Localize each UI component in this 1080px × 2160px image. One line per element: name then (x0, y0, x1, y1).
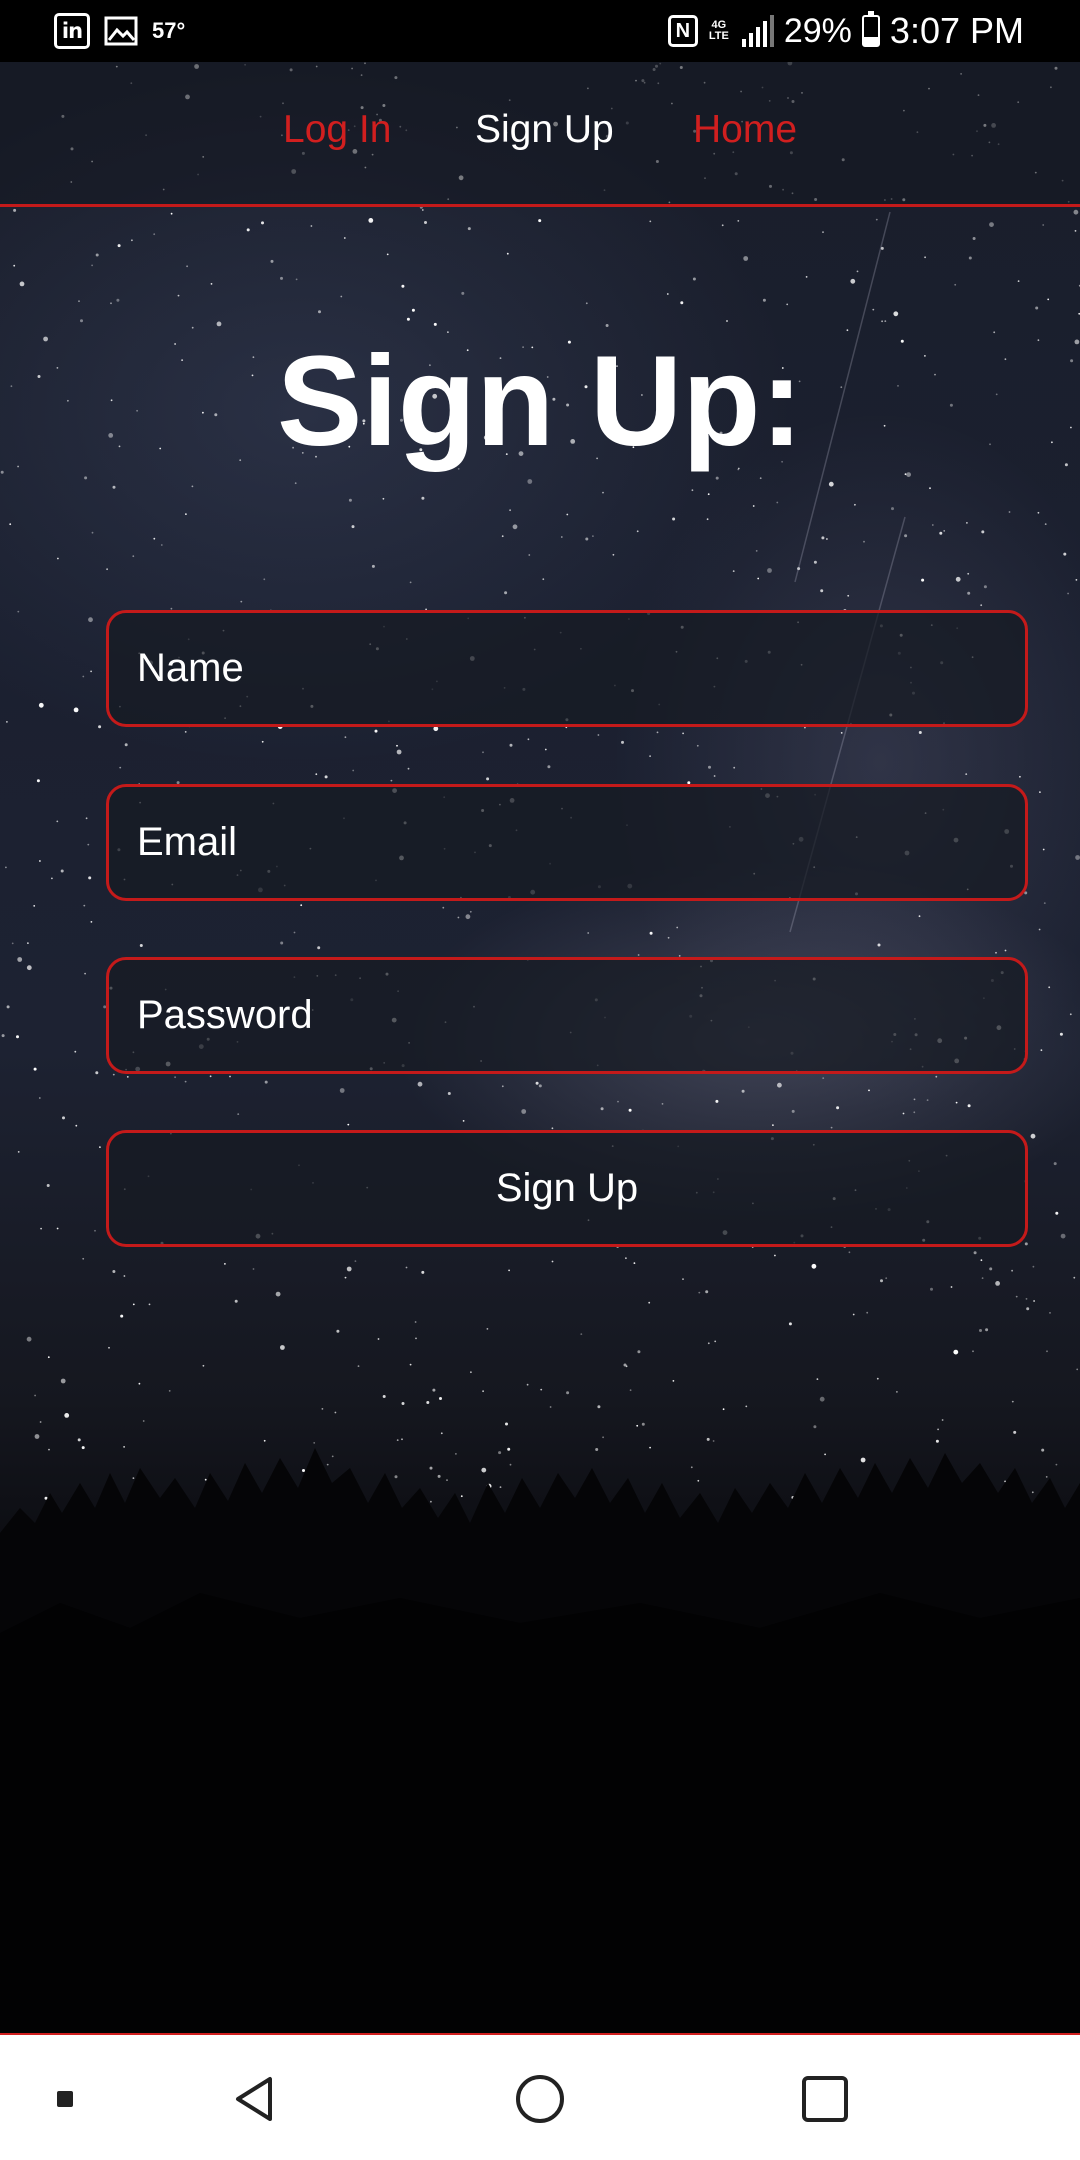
home-circle-icon[interactable] (505, 2035, 575, 2160)
password-placeholder: Password (137, 993, 313, 1037)
recent-apps-dot-icon[interactable] (40, 2035, 90, 2160)
android-nav-bar (0, 2033, 1080, 2160)
lte-label: 4G LTE (708, 19, 729, 42)
image-icon (104, 16, 138, 46)
nav-login-link[interactable]: Log In (283, 110, 391, 150)
sign-up-button-label: Sign Up (495, 1166, 639, 1210)
sign-up-button[interactable]: Sign Up (106, 1130, 1028, 1247)
page-title: Sign Up: (276, 330, 804, 473)
nfc-icon: N (667, 15, 698, 47)
nav-home-link[interactable]: Home (693, 110, 797, 150)
battery-fill (863, 36, 878, 45)
email-placeholder: Email (137, 820, 238, 864)
nav-signup-link[interactable]: Sign Up (475, 110, 614, 150)
4g-lte-icon: 4G LTE (708, 20, 730, 42)
status-bar: in 57° N 4G LTE 29% 3:07 PM (0, 0, 1080, 62)
email-input[interactable]: Email (106, 784, 1028, 901)
battery-icon (861, 11, 880, 47)
battery-percent: 29% (783, 11, 852, 50)
top-nav: Log In Sign Up Home (0, 62, 1080, 207)
web-content: Log In Sign Up Home Sign Up: Name Email … (0, 62, 1080, 2033)
overview-square-icon[interactable] (790, 2035, 860, 2160)
treeline-silhouette (0, 1448, 1080, 2033)
clock: 3:07 PM (889, 10, 1024, 51)
name-placeholder: Name (137, 646, 244, 690)
password-input[interactable]: Password (106, 957, 1028, 1074)
signal-icon (740, 15, 774, 47)
name-input[interactable]: Name (106, 610, 1028, 727)
back-icon[interactable] (220, 2035, 290, 2160)
linkedin-icon: in (54, 13, 90, 49)
temperature: 57° (152, 18, 186, 43)
